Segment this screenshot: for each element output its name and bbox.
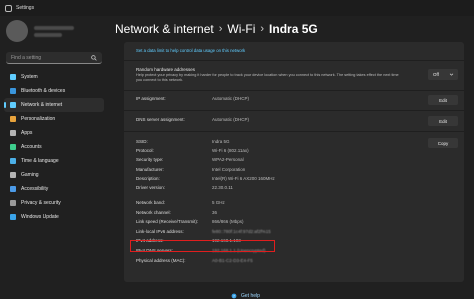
dns-edit-button[interactable]: Edit — [428, 116, 458, 126]
breadcrumb-wifi[interactable]: Wi-Fi — [227, 22, 255, 36]
sidebar-item-label: Accessibility — [21, 186, 49, 192]
property-label: SSID: — [136, 139, 148, 144]
sidebar-item-gaming[interactable]: Gaming — [4, 168, 104, 182]
breadcrumb: Network & internet › Wi-Fi › Indra 5G — [115, 21, 318, 37]
divider — [124, 60, 464, 61]
apps-icon — [10, 130, 16, 136]
sidebar-item-label: Windows Update — [21, 214, 59, 220]
property-value: Intel(R) Wi-Fi 6 AX200 160MHz — [212, 175, 275, 181]
sidebar-item-apps[interactable]: Apps — [4, 126, 104, 140]
property-value: Wi-Fi 6 (802.11ax) — [212, 148, 249, 154]
random-hw-dropdown[interactable]: Off — [428, 69, 458, 80]
help-icon: ? — [231, 293, 237, 299]
monitor-icon — [10, 74, 16, 80]
random-hw-description: Help protect your privacy by making it h… — [136, 73, 399, 82]
dns-assignment-label: DNS server assignment: — [136, 117, 185, 122]
refresh-icon — [10, 214, 16, 220]
breadcrumb-separator: › — [218, 23, 223, 35]
property-label: Driver version: — [136, 185, 166, 190]
chevron-down-icon — [449, 73, 454, 76]
person-icon — [10, 144, 16, 150]
property-value: 5 GHz — [212, 200, 225, 205]
sidebar: Find a setting System Bluetooth & devices… — [0, 16, 112, 297]
settings-app-icon — [5, 4, 12, 12]
sidebar-item-system[interactable]: System — [4, 70, 104, 84]
property-label: Manufacturer: — [136, 166, 164, 172]
ipv4-highlight-box — [130, 240, 275, 252]
sidebar-item-time-language[interactable]: Time & language — [4, 154, 104, 168]
gamepad-icon — [10, 172, 16, 178]
page-title: Indra 5G — [269, 22, 318, 36]
property-value: Intel Corporation — [212, 166, 246, 172]
wifi-icon — [10, 102, 16, 108]
sidebar-item-label: Personalization — [21, 116, 56, 122]
sidebar-item-label: Gaming — [21, 172, 39, 178]
search-input[interactable]: Find a setting — [11, 55, 91, 61]
user-email-blurred — [34, 32, 62, 37]
breadcrumb-network[interactable]: Network & internet — [115, 22, 214, 36]
sidebar-item-label: Bluetooth & devices — [21, 88, 66, 94]
ip-assignment-value: Automatic (DHCP) — [212, 96, 250, 101]
property-value: 22.30.0.11 — [212, 185, 233, 190]
sidebar-item-accounts[interactable]: Accounts — [4, 140, 104, 154]
brush-icon — [10, 116, 16, 122]
property-value: 866/866 (Mbps) — [212, 219, 244, 225]
property-value: A0-B1-C2-D3-E4-F5 — [212, 257, 253, 263]
random-hw-title: Random hardware addresses — [136, 67, 196, 72]
property-label: Protocol: — [136, 148, 154, 154]
property-label: Network band: — [136, 200, 166, 205]
window-title: Settings — [16, 5, 35, 11]
shield-icon — [10, 200, 16, 206]
search-box[interactable]: Find a setting — [6, 52, 102, 64]
property-label: Security type: — [136, 157, 164, 163]
ip-assignment-label: IP assignment: — [136, 96, 166, 101]
sidebar-item-label: Accounts — [21, 144, 42, 150]
sidebar-item-label: Time & language — [21, 158, 59, 164]
sidebar-item-label: Privacy & security — [21, 200, 61, 206]
sidebar-item-windows-update[interactable]: Windows Update — [4, 210, 104, 224]
property-value: Indra 5G — [212, 139, 230, 144]
sidebar-item-label: System — [21, 74, 38, 80]
user-profile[interactable] — [6, 20, 74, 42]
main-panel: Network & internet › Wi-Fi › Indra 5G Se… — [112, 16, 474, 299]
network-properties-card: Set a data limit to help control data us… — [124, 42, 464, 282]
ip-edit-button[interactable]: Edit — [428, 95, 458, 105]
sidebar-item-bluetooth-devices[interactable]: Bluetooth & devices — [4, 84, 104, 98]
sidebar-item-label: Apps — [21, 130, 33, 136]
divider — [124, 131, 464, 132]
property-label: Link-local IPv6 address: — [136, 228, 184, 234]
property-label: Link speed (Receive/Transmit): — [136, 219, 199, 225]
data-limit-link[interactable]: Set a data limit to help control data us… — [136, 48, 245, 53]
get-help-link[interactable]: ? Get help — [231, 293, 260, 299]
divider — [124, 110, 464, 111]
copy-button[interactable]: Copy — [428, 138, 458, 148]
random-hw-value: Off — [433, 72, 439, 77]
divider — [124, 90, 464, 91]
sidebar-item-personalization[interactable]: Personalization — [4, 112, 104, 126]
sidebar-item-privacy-security[interactable]: Privacy & security — [4, 196, 104, 210]
property-label: Network channel: — [136, 209, 171, 215]
bluetooth-icon — [10, 88, 16, 94]
get-help-label[interactable]: Get help — [241, 293, 260, 299]
sidebar-item-network-internet[interactable]: Network & internet — [4, 98, 104, 112]
search-icon[interactable] — [91, 54, 97, 61]
sidebar-nav: System Bluetooth & devices Network & inter… — [4, 70, 104, 224]
property-value: fe80::780f:1c4f:97d2:af2f%15 — [212, 228, 271, 234]
sidebar-item-label: Network & internet — [21, 102, 63, 108]
clock-globe-icon — [10, 158, 16, 164]
property-label: Physical address (MAC): — [136, 257, 186, 263]
user-name-blurred — [34, 25, 74, 30]
title-bar: Settings — [0, 0, 474, 16]
avatar[interactable] — [6, 20, 28, 42]
property-value: WPA2-Personal — [212, 157, 244, 163]
sidebar-item-accessibility[interactable]: Accessibility — [4, 182, 104, 196]
accessibility-icon — [10, 186, 16, 192]
property-label: Description: — [136, 175, 160, 181]
breadcrumb-separator: › — [260, 23, 265, 35]
svg-text:?: ? — [233, 294, 235, 298]
property-value: 36 — [212, 209, 218, 215]
dns-assignment-value: Automatic (DHCP) — [212, 117, 250, 122]
